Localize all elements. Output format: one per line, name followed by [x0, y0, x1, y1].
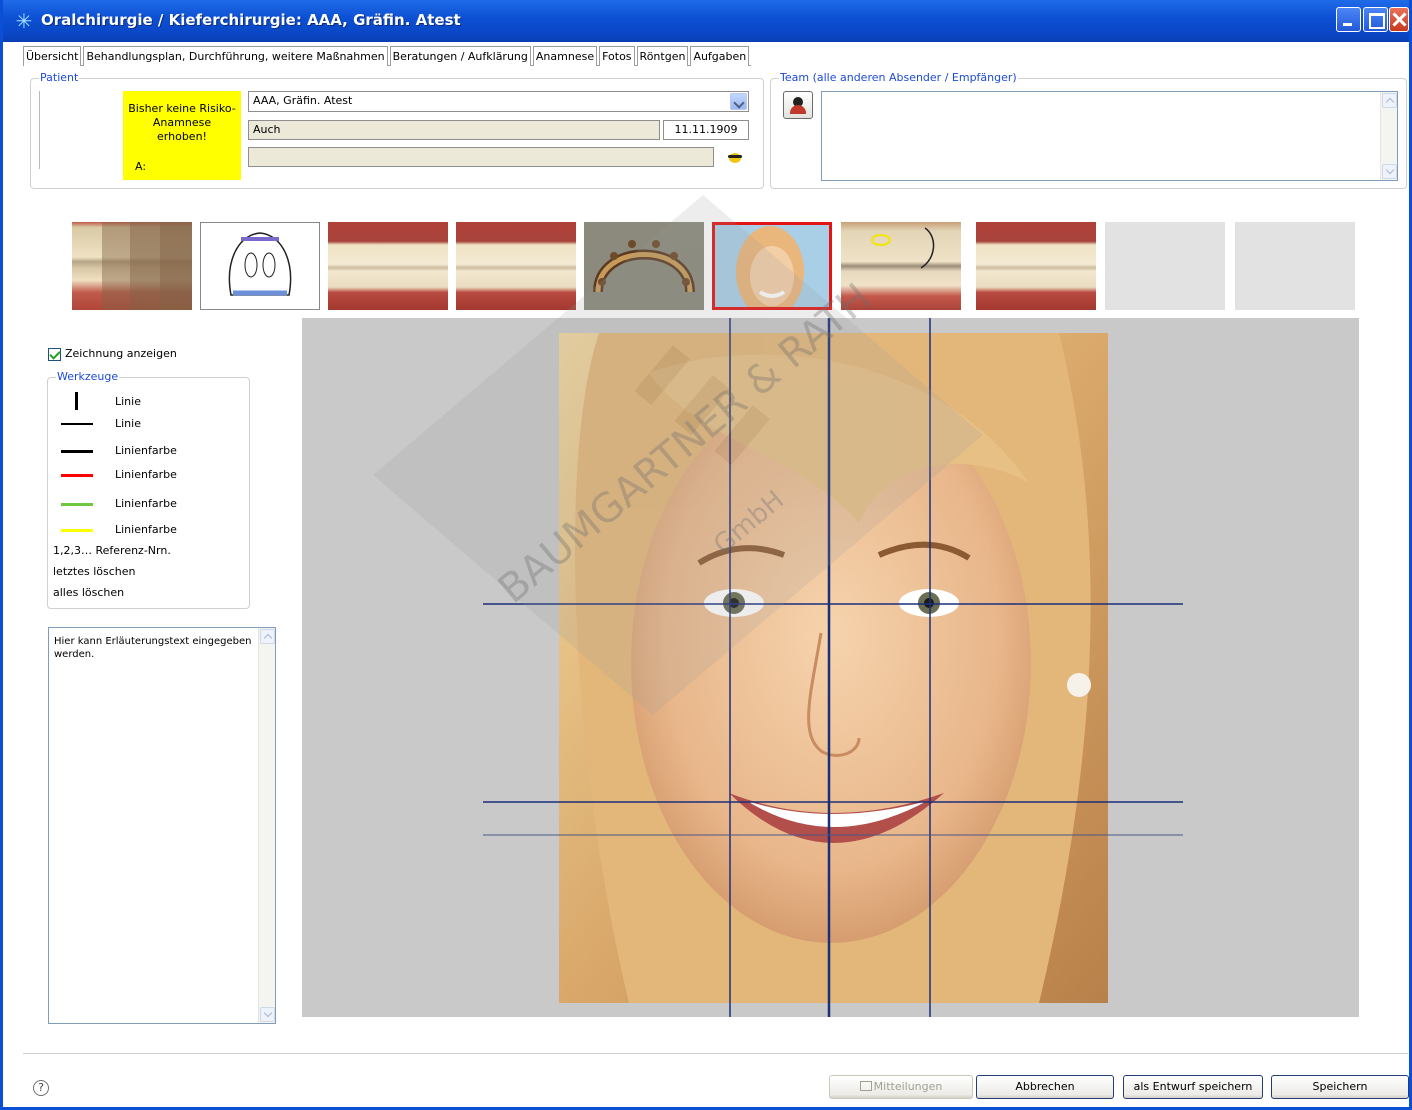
patient-birthdate-field[interactable]: 11.11.1909 — [663, 120, 749, 140]
app-snowflake-icon: ✳ — [15, 9, 33, 33]
minimize-button[interactable] — [1336, 7, 1361, 32]
annotated-teeth-thumbnail[interactable] — [841, 222, 961, 310]
scroll-up-icon[interactable] — [1382, 93, 1397, 108]
tab-behandlungsplan[interactable]: Behandlungsplan, Durchführung, weitere M… — [83, 46, 388, 66]
show-drawing-checkbox[interactable] — [48, 348, 61, 361]
photo-thumbnail[interactable] — [976, 222, 1096, 310]
photo-thumbnail[interactable] — [72, 222, 192, 310]
tab-fotos[interactable]: Fotos — [599, 46, 635, 66]
empty-thumbnail-slot[interactable] — [1105, 222, 1225, 310]
team-legend: Team (alle anderen Absender / Empfänger) — [779, 71, 1018, 85]
messages-icon — [859, 1081, 872, 1091]
patient-extra-field[interactable] — [248, 147, 714, 167]
tab-bar: Übersicht Behandlungsplan, Durchführung,… — [23, 46, 752, 66]
close-button[interactable] — [1389, 7, 1409, 32]
dental-drawing-thumbnail[interactable] — [200, 222, 320, 310]
risk-warning-a-label: A: — [135, 160, 147, 173]
team-scrollbar[interactable] — [1380, 92, 1397, 180]
tab-roentgen[interactable]: Röntgen — [636, 46, 689, 66]
tab-uebersicht[interactable]: Übersicht — [23, 46, 82, 66]
messages-button[interactable]: Mitteilungen — [829, 1075, 973, 1099]
bottom-separator — [23, 1053, 1408, 1054]
tool-label: Linienfarbe — [115, 468, 177, 481]
green-swatch-icon — [61, 503, 93, 506]
scroll-down-icon[interactable] — [1382, 164, 1397, 179]
tab-anamnese[interactable]: Anamnese — [532, 46, 598, 66]
application-window: ✳ Oralchirurgie / Kieferchirurgie: AAA, … — [0, 0, 1412, 1110]
tool-color-green[interactable]: Linienfarbe — [53, 494, 243, 514]
chevron-down-icon[interactable] — [730, 93, 747, 110]
reference-numbers-tool[interactable]: 1,2,3… Referenz-Nrn. — [53, 544, 171, 557]
tool-label: Linienfarbe — [115, 523, 177, 536]
delete-last-tool[interactable]: letztes löschen — [53, 565, 136, 578]
portrait-thumbnail-selected[interactable] — [712, 222, 832, 310]
notes-textarea[interactable]: Hier kann Erläuterungstext eingegeben we… — [48, 627, 276, 1024]
tab-beratungen[interactable]: Beratungen / Aufklärung — [389, 46, 531, 66]
photo-thumbnail[interactable] — [456, 222, 576, 310]
black-swatch-icon — [61, 450, 93, 453]
title-bar[interactable]: ✳ Oralchirurgie / Kieferchirurgie: AAA, … — [3, 0, 1409, 42]
tool-label: Linienfarbe — [115, 497, 177, 510]
red-swatch-icon — [61, 474, 93, 477]
drawing-canvas[interactable] — [302, 318, 1359, 1017]
tab-aufgaben[interactable]: Aufgaben — [690, 46, 750, 66]
tool-label: Linie — [115, 417, 141, 430]
team-person-icon-button[interactable] — [783, 91, 813, 119]
risk-warning-box[interactable]: Bisher keine Risiko-Anamnese erhoben! A: — [123, 91, 241, 180]
implant-model-thumbnail[interactable] — [584, 222, 704, 310]
patient-legend: Patient — [39, 71, 80, 85]
yellow-swatch-icon — [61, 529, 93, 532]
cancel-button[interactable]: Abbrechen — [976, 1075, 1114, 1099]
notes-scrollbar[interactable] — [258, 628, 275, 1023]
notes-text: Hier kann Erläuterungstext eingegeben we… — [54, 636, 252, 660]
save-button[interactable]: Speichern — [1271, 1075, 1409, 1099]
tool-color-yellow[interactable]: Linienfarbe — [53, 520, 243, 540]
save-draft-button[interactable]: als Entwurf speichern — [1123, 1075, 1263, 1099]
horizontal-line-icon — [61, 423, 93, 425]
show-drawing-label: Zeichnung anzeigen — [65, 347, 177, 360]
tool-label: Linienfarbe — [115, 444, 177, 457]
messages-label: Mitteilungen — [873, 1080, 943, 1093]
tools-legend: Werkzeuge — [56, 370, 120, 384]
tool-vertical-line[interactable]: Linie — [53, 392, 243, 412]
delete-all-tool[interactable]: alles löschen — [53, 586, 124, 599]
tool-color-black[interactable]: Linienfarbe — [53, 441, 243, 461]
risk-warning-text: Bisher keine Risiko-Anamnese erhoben! — [128, 102, 236, 143]
vertical-line-icon — [75, 392, 78, 410]
help-icon[interactable]: ? — [33, 1080, 49, 1096]
photo-thumbnail[interactable] — [328, 222, 448, 310]
maximize-button[interactable] — [1363, 7, 1388, 32]
scroll-up-icon[interactable] — [260, 629, 275, 644]
empty-thumbnail-slot[interactable] — [1235, 222, 1355, 310]
team-textarea[interactable] — [821, 91, 1398, 181]
sunglasses-icon[interactable] — [726, 150, 744, 164]
patient-name-select[interactable]: AAA, Gräfin. Atest — [248, 91, 749, 112]
guide-lines-overlay — [483, 318, 1183, 1017]
window-title: Oralchirurgie / Kieferchirurgie: AAA, Gr… — [41, 11, 461, 29]
tool-color-red[interactable]: Linienfarbe — [53, 465, 243, 485]
patient-name-value: AAA, Gräfin. Atest — [253, 94, 353, 107]
patient-photo-frame — [39, 91, 41, 169]
patient-city-field[interactable]: Auch — [248, 120, 660, 140]
tool-horizontal-line[interactable]: Linie — [53, 414, 243, 434]
scroll-down-icon[interactable] — [260, 1007, 275, 1022]
tool-label: Linie — [115, 395, 141, 408]
